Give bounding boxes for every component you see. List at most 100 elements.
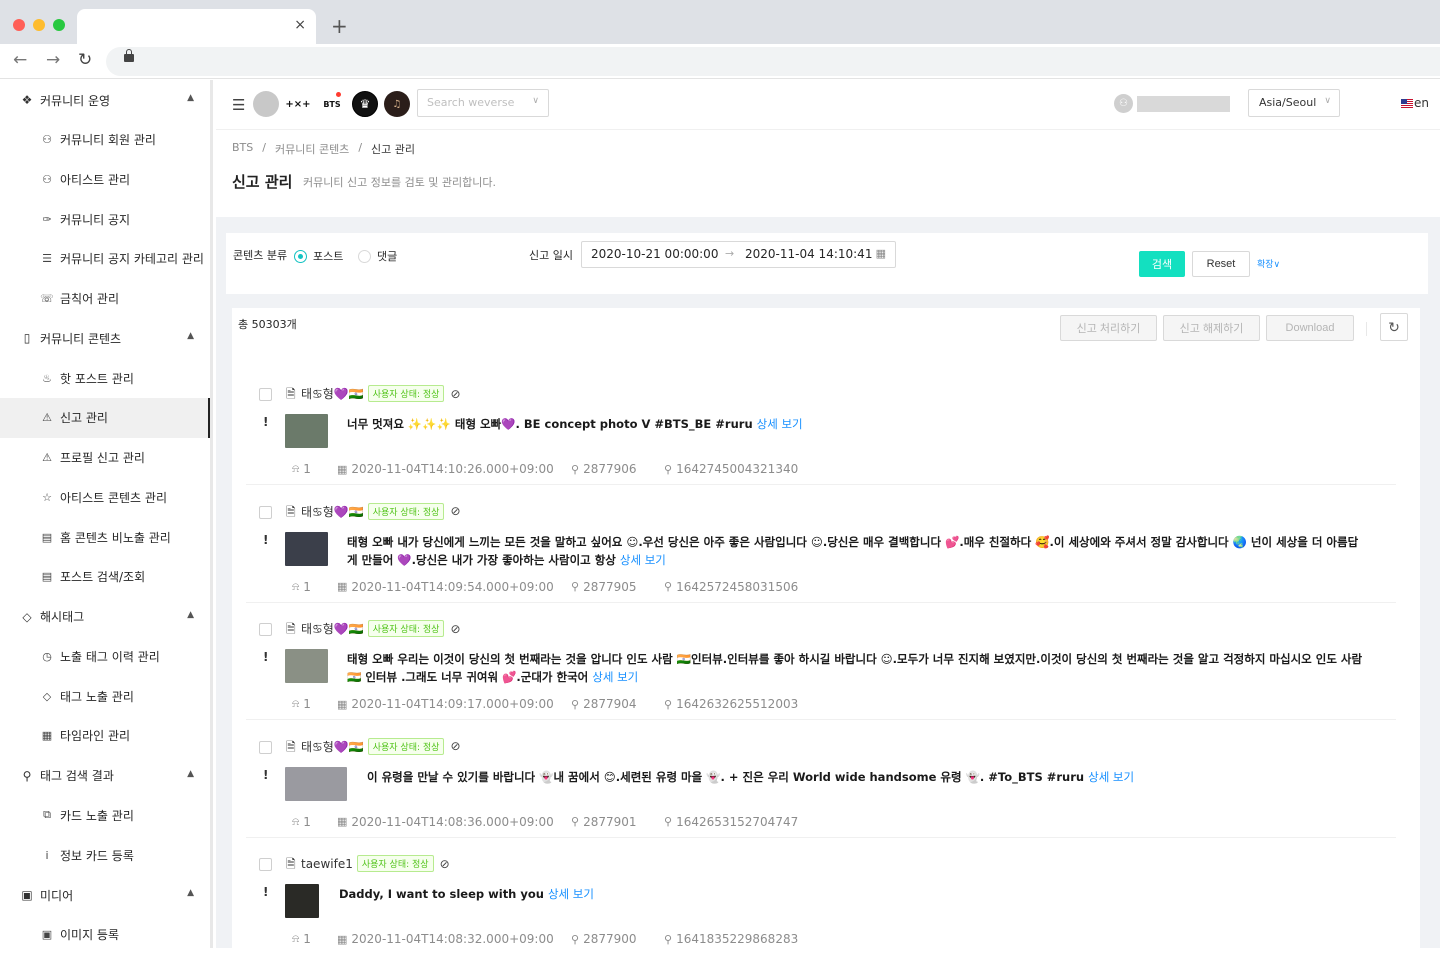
search-button[interactable]: 검색 bbox=[1139, 251, 1185, 277]
row-checkbox[interactable] bbox=[259, 858, 272, 871]
row-checkbox[interactable] bbox=[259, 388, 272, 401]
sidebar-group[interactable]: ▯ 커뮤니티 콘텐츠 ▲ bbox=[0, 318, 210, 358]
report-row: 🗎 태♋형💜🇮🇳 사용자 상태: 정상 ⊘! 태형 오빠 우리는 이것이 당신의 첫 번… bbox=[246, 603, 1396, 720]
eye-invisible-icon[interactable]: ⊘ bbox=[450, 504, 460, 518]
detail-link[interactable]: 상세 보기 bbox=[757, 417, 803, 431]
post-id[interactable]: ⚲ 2877901 bbox=[571, 815, 637, 829]
author[interactable]: 태♋형💜🇮🇳 사용자 상태: 정상 ⊘ bbox=[301, 620, 461, 637]
menu-fold-icon[interactable]: ☰ bbox=[232, 96, 245, 114]
eye-invisible-icon[interactable]: ⊘ bbox=[440, 857, 450, 871]
forward-icon[interactable]: → bbox=[46, 50, 60, 70]
user-id[interactable]: ⚲ 1642653152704747 bbox=[664, 815, 798, 829]
community-icon-txt[interactable]: +×+ bbox=[284, 91, 312, 117]
post-id[interactable]: ⚲ 2877905 bbox=[571, 580, 637, 594]
community-icon-default[interactable] bbox=[253, 91, 279, 117]
row-checkbox[interactable] bbox=[259, 505, 272, 519]
timezone-select[interactable]: Asia/Seoul ∨ bbox=[1248, 89, 1340, 117]
user-avatar-icon[interactable]: ⚇ bbox=[1114, 94, 1133, 113]
author[interactable]: 태♋형💜🇮🇳 사용자 상태: 정상 ⊘ bbox=[301, 737, 461, 755]
sidebar-item[interactable]: ☏ 금칙어 관리 bbox=[0, 279, 210, 319]
notification-dot bbox=[336, 92, 341, 97]
author[interactable]: 태♋형💜🇮🇳 사용자 상태: 정상 ⊘ bbox=[301, 502, 461, 520]
sidebar-group[interactable]: ⚲ 태그 검색 결과 ▲ bbox=[0, 756, 210, 796]
sidebar-item[interactable]: ▣ 이미지 등록 bbox=[0, 915, 210, 948]
tab-close-icon[interactable]: × bbox=[294, 17, 306, 33]
window-close-dot[interactable] bbox=[13, 19, 25, 31]
window-minimize-dot[interactable] bbox=[33, 19, 45, 31]
community-icon-band[interactable]: ♫ bbox=[384, 91, 410, 117]
eye-invisible-icon[interactable]: ⊘ bbox=[450, 622, 460, 636]
expand-filter-link[interactable]: 확장∨ bbox=[1257, 257, 1280, 270]
sidebar-item[interactable]: ⅰ 정보 카드 등록 bbox=[0, 835, 210, 875]
sidebar-item[interactable]: ☆ 아티스트 콘텐츠 관리 bbox=[0, 478, 210, 518]
sidebar-item[interactable]: ◇ 태그 노출 관리 bbox=[0, 676, 210, 716]
sidebar-item[interactable]: ⚇ 아티스트 관리 bbox=[0, 160, 210, 200]
datetime-value: 2020-11-04T14:10:26.000+09:00 bbox=[351, 462, 554, 476]
release-report-button[interactable]: 신고 해제하기 bbox=[1163, 315, 1260, 341]
community-search-select[interactable]: Search weverse ∨ bbox=[417, 89, 549, 117]
user-id[interactable]: ⚲ 1642572458031506 bbox=[664, 580, 798, 594]
document-icon: 🗎 bbox=[286, 387, 296, 401]
sidebar-group[interactable]: ❖ 커뮤니티 운영 ▲ bbox=[0, 80, 210, 120]
browser-tab[interactable]: × bbox=[77, 9, 316, 44]
sidebar-item[interactable]: ◷ 노출 태그 이력 관리 bbox=[0, 637, 210, 677]
post-thumbnail[interactable] bbox=[285, 766, 347, 801]
sidebar-item[interactable]: ⧉ 카드 노출 관리 bbox=[0, 796, 210, 836]
row-checkbox[interactable] bbox=[259, 623, 272, 636]
detail-link[interactable]: 상세 보기 bbox=[548, 887, 594, 901]
eye-invisible-icon[interactable]: ⊘ bbox=[450, 739, 460, 753]
breadcrumb-community-content[interactable]: 커뮤니티 콘텐츠 bbox=[275, 141, 349, 157]
eye-invisible-icon[interactable]: ⊘ bbox=[450, 387, 460, 401]
sidebar-group[interactable]: ▣ 미디어 ▲ bbox=[0, 875, 210, 915]
breadcrumb-bts[interactable]: BTS bbox=[232, 141, 253, 157]
process-report-button[interactable]: 신고 처리하기 bbox=[1060, 315, 1157, 341]
post-thumbnail[interactable] bbox=[285, 531, 328, 566]
post-id[interactable]: ⚲ 2877904 bbox=[571, 697, 637, 711]
sidebar-item[interactable]: ⚇ 커뮤니티 회원 관리 bbox=[0, 120, 210, 160]
post-thumbnail[interactable] bbox=[285, 649, 328, 683]
user-id[interactable]: ⚲ 1641835229868283 bbox=[664, 932, 798, 946]
community-icon-crown[interactable]: ♛ bbox=[352, 91, 378, 117]
new-tab-icon[interactable]: + bbox=[331, 14, 348, 38]
sidebar-item[interactable]: ▤ 홈 콘텐츠 비노출 관리 bbox=[0, 517, 210, 557]
post-id[interactable]: ⚲ 2877900 bbox=[571, 932, 637, 946]
user-id[interactable]: ⚲ 1642745004321340 bbox=[664, 462, 798, 476]
sidebar: ❖ 커뮤니티 운영 ▲ ⚇ 커뮤니티 회원 관리 ⚇ 아티스트 관리 ✑ 커뮤니티 공지 ☰ 커뮤니… bbox=[0, 80, 213, 948]
refresh-icon[interactable]: ↻ bbox=[1380, 313, 1408, 341]
post-id[interactable]: ⚲ 2877906 bbox=[571, 462, 637, 476]
post-thumbnail[interactable] bbox=[285, 414, 328, 448]
alarm-icon: ⍾ bbox=[292, 697, 300, 710]
report-datetime: ▦ 2020-11-04T14:08:32.000+09:00 bbox=[337, 932, 554, 946]
sidebar-item[interactable]: ♨ 핫 포스트 관리 bbox=[0, 358, 210, 398]
detail-link[interactable]: 상세 보기 bbox=[1088, 770, 1134, 784]
sidebar-item[interactable]: ✑ 커뮤니티 공지 bbox=[0, 199, 210, 239]
language-switch[interactable]: en bbox=[1401, 96, 1429, 110]
author[interactable]: taewife1 사용자 상태: 정상 ⊘ bbox=[301, 855, 450, 872]
address-bar[interactable] bbox=[106, 47, 1440, 76]
date-range-picker[interactable]: 2020-10-21 00:00:00 → 2020-11-04 14:10:4… bbox=[581, 241, 896, 268]
post-id-value: 2877905 bbox=[583, 579, 637, 594]
sidebar-group[interactable]: ◇ 해시태그 ▲ bbox=[0, 597, 210, 637]
community-icon-bts[interactable]: BTS bbox=[319, 91, 345, 117]
detail-link[interactable]: 상세 보기 bbox=[592, 670, 638, 684]
back-icon[interactable]: ← bbox=[13, 50, 27, 70]
radio-post[interactable]: 포스트 bbox=[294, 248, 343, 264]
window-maximize-dot[interactable] bbox=[53, 19, 65, 31]
download-button[interactable]: Download bbox=[1266, 315, 1354, 341]
post-thumbnail[interactable] bbox=[285, 884, 319, 918]
sidebar-item[interactable]: ☰ 커뮤니티 공지 카테고리 관리 bbox=[0, 239, 210, 279]
reload-icon[interactable]: ↻ bbox=[78, 50, 92, 70]
sidebar-item[interactable]: ▤ 포스트 검색/조회 bbox=[0, 557, 210, 597]
radio-comment[interactable]: 댓글 bbox=[358, 248, 397, 264]
detail-link[interactable]: 상세 보기 bbox=[620, 553, 666, 567]
reset-button[interactable]: Reset bbox=[1192, 251, 1250, 277]
sidebar-item[interactable]: ⚠ 신고 관리 bbox=[0, 398, 210, 438]
sidebar-item-label: 금칙어 관리 bbox=[60, 292, 120, 307]
user-id[interactable]: ⚲ 1642632625512003 bbox=[664, 697, 798, 711]
document-icon: 🗎 bbox=[286, 739, 296, 754]
sidebar-item[interactable]: ▦ 타임라인 관리 bbox=[0, 716, 210, 756]
row-checkbox[interactable] bbox=[259, 740, 272, 754]
message-icon: ☏ bbox=[40, 292, 54, 306]
author[interactable]: 태♋형💜🇮🇳 사용자 상태: 정상 ⊘ bbox=[301, 385, 461, 402]
sidebar-item[interactable]: ⚠ 프로필 신고 관리 bbox=[0, 438, 210, 478]
